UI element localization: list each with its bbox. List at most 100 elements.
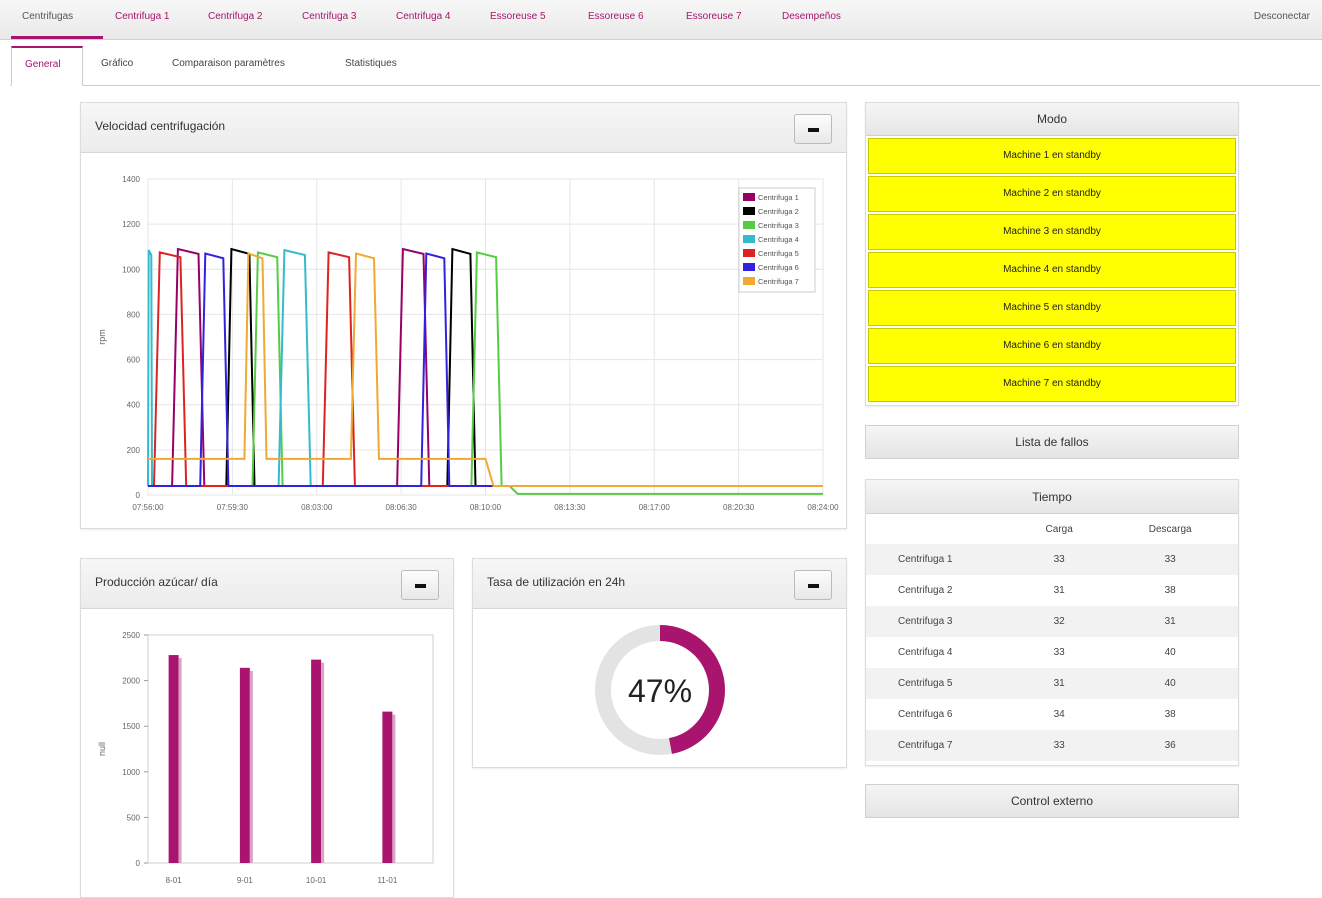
- nav-item-centrifuga-3[interactable]: Centrifuga 3: [302, 11, 356, 22]
- row-name: Centrifuga 4: [898, 647, 953, 658]
- x-tick-label: 08:10:00: [470, 503, 502, 512]
- bar: [168, 655, 179, 863]
- nav-item-centrifuga-2[interactable]: Centrifuga 2: [208, 11, 262, 22]
- mode-row: Machine 5 en standby: [868, 290, 1236, 326]
- y-axis-label: rpm: [97, 329, 107, 345]
- utilization-collapse-button[interactable]: [794, 570, 832, 600]
- time-table: Carga Descarga Centrifuga 1 33 33 Centri…: [866, 514, 1238, 761]
- table-row: Centrifuga 1 33 33: [866, 544, 1238, 575]
- row-carga: 34: [1053, 709, 1065, 720]
- y-tick-label: 1500: [122, 722, 140, 731]
- row-carga: 32: [1016, 606, 1103, 637]
- x-tick-label: 08:03:00: [301, 503, 333, 512]
- faults-list-button[interactable]: Lista de fallos: [865, 425, 1239, 459]
- x-tick-label: 08:20:30: [723, 503, 755, 512]
- table-row: Centrifuga 6 34 38: [866, 699, 1238, 730]
- bar-shadow: [321, 662, 325, 863]
- y-tick-label: 600: [127, 356, 141, 365]
- time-table-header-name: [866, 514, 1016, 544]
- table-row: Centrifuga 5 31 40: [866, 668, 1238, 699]
- row-descarga: 36: [1102, 730, 1238, 761]
- logout-link[interactable]: Desconectar: [1254, 11, 1310, 22]
- y-axis-label: null: [97, 742, 107, 756]
- nav-item-essoreuse-5[interactable]: Essoreuse 5: [490, 11, 546, 22]
- time-panel-title: Tiempo: [866, 480, 1238, 514]
- row-carga: 33: [1016, 544, 1103, 575]
- y-tick-label: 800: [127, 310, 141, 319]
- legend-label: Centrifuga 4: [758, 235, 799, 244]
- minus-icon: [808, 584, 819, 588]
- y-tick-label: 1400: [122, 175, 140, 184]
- row-carga: 33: [1053, 647, 1065, 658]
- bar-shadow: [392, 714, 396, 863]
- tab-grafico[interactable]: Gráfico: [101, 58, 133, 69]
- y-tick-label: 400: [127, 401, 141, 410]
- external-control-button[interactable]: Control externo: [865, 784, 1239, 818]
- nav-item-centrifugas[interactable]: Centrifugas: [22, 11, 73, 22]
- mode-row: Machine 3 en standby: [868, 214, 1236, 250]
- speed-chart: 0 200 400 600 800 1000 1200 1400 07:56:00 07:59:3…: [97, 175, 839, 512]
- tab-comparaison[interactable]: Comparaison paramètres: [172, 58, 285, 69]
- time-table-header-carga: Carga: [1045, 523, 1073, 535]
- time-table-header-descarga: Descarga: [1148, 523, 1192, 535]
- row-descarga: 33: [1102, 544, 1238, 575]
- y-tick-label: 1000: [122, 265, 140, 274]
- legend-swatch: [743, 277, 755, 285]
- chart-legend: Centrifuga 1 Centrifuga 2 Centrifuga 3 Cent…: [738, 187, 816, 293]
- row-carga: 31: [1053, 585, 1065, 596]
- y-tick-label: 1000: [122, 768, 140, 777]
- table-row: Centrifuga 7 33 36: [866, 730, 1238, 761]
- legend-swatch: [743, 193, 755, 201]
- bar-shadow: [249, 670, 253, 863]
- nav-item-centrifuga-1[interactable]: Centrifuga 1: [115, 11, 169, 22]
- row-carga: 33: [1016, 730, 1103, 761]
- y-tick-label: 500: [127, 813, 141, 822]
- tab-statistiques[interactable]: Statistiques: [345, 58, 397, 69]
- tab-general[interactable]: General: [11, 46, 83, 86]
- row-descarga: 38: [1164, 585, 1176, 596]
- legend-label: Centrifuga 7: [758, 277, 799, 286]
- x-tick-label: 08:24:00: [807, 503, 839, 512]
- production-chart: 0 500 1000 1500 2000 2500 null 8-01 9-01 10-01 11-…: [97, 631, 434, 885]
- nav-item-centrifuga-4[interactable]: Centrifuga 4: [396, 11, 450, 22]
- minus-icon: [415, 584, 426, 588]
- row-descarga: 40: [1102, 668, 1238, 699]
- x-tick-label: 8-01: [166, 876, 183, 885]
- y-tick-label: 1200: [122, 220, 140, 229]
- bar: [311, 659, 322, 863]
- bar: [239, 667, 250, 863]
- y-tick-label: 2500: [122, 631, 140, 640]
- sub-tabs: General Gráfico Comparaison paramètres S…: [0, 40, 1322, 86]
- legend-label: Centrifuga 1: [758, 193, 799, 202]
- production-collapse-button[interactable]: [401, 570, 439, 600]
- production-panel-header: Producción azúcar/ día: [81, 559, 453, 609]
- row-name: Centrifuga 7: [866, 730, 1016, 761]
- x-tick-label: 9-01: [237, 876, 254, 885]
- legend-label: Centrifuga 2: [758, 207, 799, 216]
- row-descarga: 40: [1164, 647, 1176, 658]
- table-row: Centrifuga 3 32 31: [866, 606, 1238, 637]
- tab-baseline: [10, 85, 1320, 86]
- bar: [382, 711, 393, 863]
- nav-item-essoreuse-6[interactable]: Essoreuse 6: [588, 11, 644, 22]
- legend-swatch: [743, 207, 755, 215]
- row-descarga: 31: [1102, 606, 1238, 637]
- minus-icon: [808, 128, 819, 132]
- y-tick-label: 200: [127, 446, 141, 455]
- row-name: Centrifuga 2: [898, 585, 953, 596]
- nav-item-desempenos[interactable]: Desempeños: [782, 11, 841, 22]
- nav-item-essoreuse-7[interactable]: Essoreuse 7: [686, 11, 742, 22]
- utilization-panel-header: Tasa de utilización en 24h: [473, 559, 846, 609]
- mode-panel: Modo Machine 1 en standby Machine 2 en s…: [865, 102, 1239, 406]
- y-tick-label: 2000: [122, 677, 140, 686]
- row-name: Centrifuga 5: [866, 668, 1016, 699]
- legend-label: Centrifuga 5: [758, 249, 799, 258]
- speed-collapse-button[interactable]: [794, 114, 832, 144]
- table-row: Centrifuga 4 33 40: [866, 637, 1238, 668]
- y-tick-label: 0: [136, 491, 141, 500]
- x-tick-label: 07:56:00: [132, 503, 164, 512]
- y-tick-label: 0: [136, 859, 141, 868]
- utilization-panel-title: Tasa de utilización en 24h: [487, 575, 626, 589]
- speed-panel: Velocidad centrifugación 0 200 400 600 800 10…: [80, 102, 847, 529]
- x-tick-label: 08:06:30: [386, 503, 418, 512]
